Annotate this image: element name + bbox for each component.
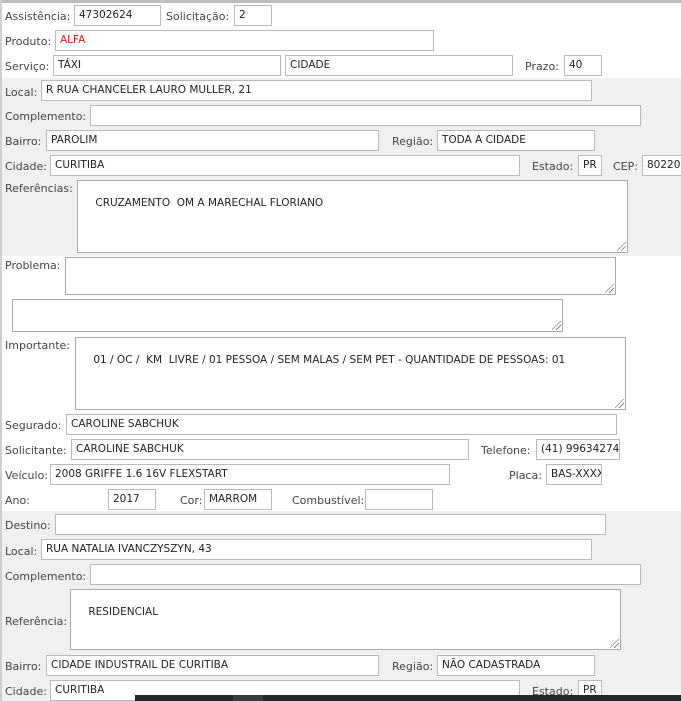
segurado-field[interactable]: CAROLINE SABCHUK xyxy=(66,414,617,435)
referencias-text: CRUZAMENTO OM A MARECHAL FLORIANO xyxy=(95,197,324,209)
placa-field[interactable]: BAS-XXXX xyxy=(546,464,602,485)
destino-label: Destino: xyxy=(5,519,51,532)
assistencia-field[interactable]: 47302624 xyxy=(74,5,161,26)
destino-complemento-field[interactable] xyxy=(90,564,641,585)
resize-grip-icon[interactable] xyxy=(617,242,626,251)
telefone-field[interactable]: (41) 996342741 xyxy=(536,439,620,460)
segurado-label: Segurado: xyxy=(5,419,62,432)
estado-label: Estado: xyxy=(532,160,574,173)
veiculo-label: Veículo: xyxy=(5,469,49,482)
prazo-label: Prazo: xyxy=(525,60,559,73)
local-label: Local: xyxy=(5,86,38,99)
top-border xyxy=(0,0,681,3)
referencias-label: Referências: xyxy=(5,182,73,195)
destino-regiao-field[interactable]: NÃO CADASTRADA xyxy=(437,655,595,676)
solicitacao-label: Solicitação: xyxy=(166,10,230,23)
destino-referencia-textarea[interactable]: RESIDENCIAL xyxy=(70,589,621,650)
combustivel-field[interactable] xyxy=(365,489,433,510)
telefone-label: Telefone: xyxy=(481,444,531,457)
destino-bairro-label: Bairro: xyxy=(5,660,42,673)
cidade-field[interactable]: CURITIBA xyxy=(50,155,520,176)
placa-label: Placa: xyxy=(509,469,542,482)
resize-grip-icon[interactable] xyxy=(552,321,561,330)
prazo-field[interactable]: 40 xyxy=(564,55,602,76)
veiculo-field[interactable]: 2008 GRIFFE 1.6 16V FLEXSTART xyxy=(50,464,450,485)
importante-textarea[interactable]: 01 / OC / KM LIVRE / 01 PESSOA / SEM MAL… xyxy=(75,337,626,410)
estado-field[interactable]: PR xyxy=(578,155,602,176)
scrollbar-thumb[interactable] xyxy=(233,695,263,701)
destino-field[interactable] xyxy=(55,514,606,535)
destino-complemento-label: Complemento: xyxy=(5,570,87,583)
produto-field[interactable]: ALFA xyxy=(55,30,434,51)
cep-label: CEP: xyxy=(613,160,638,173)
regiao-field[interactable]: TODA A CIDADE xyxy=(437,130,595,151)
ano-field[interactable]: 2017 xyxy=(108,489,156,510)
solicitante-field[interactable]: CAROLINE SABCHUK xyxy=(71,439,469,460)
resize-grip-icon[interactable] xyxy=(615,399,624,408)
complemento-label: Complemento: xyxy=(5,110,87,123)
regiao-label: Região: xyxy=(392,135,434,148)
referencias-textarea[interactable]: CRUZAMENTO OM A MARECHAL FLORIANO xyxy=(77,180,628,253)
destino-bairro-field[interactable]: CIDADE INDUSTRAIL DE CURITIBA xyxy=(46,655,379,676)
cor-field[interactable]: MARROM xyxy=(204,489,272,510)
servico-label: Serviço: xyxy=(5,60,50,73)
importante-label: Importante: xyxy=(5,339,71,352)
destino-referencia-text: RESIDENCIAL xyxy=(88,606,159,618)
problema-textarea[interactable] xyxy=(65,257,616,295)
cor-label: Cor: xyxy=(180,494,203,507)
problema-detalhe-textarea[interactable] xyxy=(12,299,563,332)
local-field[interactable]: R RUA CHANCELER LAURO MULLER, 21 xyxy=(41,80,592,101)
ano-label: Ano: xyxy=(5,494,30,507)
resize-grip-icon[interactable] xyxy=(605,284,614,293)
destino-local-label: Local: xyxy=(5,545,38,558)
resize-grip-icon[interactable] xyxy=(610,639,619,648)
destino-referencia-label: Referência: xyxy=(5,615,68,628)
bairro-field[interactable]: PAROLIM xyxy=(46,130,379,151)
importante-text: 01 / OC / KM LIVRE / 01 PESSOA / SEM MAL… xyxy=(93,354,566,366)
assistencia-label: Assistência: xyxy=(5,10,71,23)
produto-label: Produto: xyxy=(5,35,52,48)
problema-label: Problema: xyxy=(5,259,61,272)
service-form: Assistência: 47302624 Solicitação: 2 Pro… xyxy=(0,0,681,701)
complemento-field[interactable] xyxy=(90,105,641,126)
destino-regiao-label: Região: xyxy=(392,660,434,673)
servico-field[interactable]: TÁXI xyxy=(53,55,281,76)
bairro-label: Bairro: xyxy=(5,135,42,148)
horizontal-scrollbar[interactable] xyxy=(135,695,681,701)
combustivel-label: Combustível: xyxy=(292,494,365,507)
cidade-label: Cidade: xyxy=(5,160,47,173)
cep-field[interactable]: 802203 xyxy=(642,155,681,176)
destino-local-field[interactable]: RUA NATALIA IVANCZYSZYN, 43 xyxy=(41,539,592,560)
destino-cidade-label: Cidade: xyxy=(5,685,47,698)
solicitante-label: Solicitante: xyxy=(5,444,67,457)
servico-tipo-field[interactable]: CIDADE xyxy=(285,55,513,76)
solicitacao-field[interactable]: 2 xyxy=(234,5,272,26)
